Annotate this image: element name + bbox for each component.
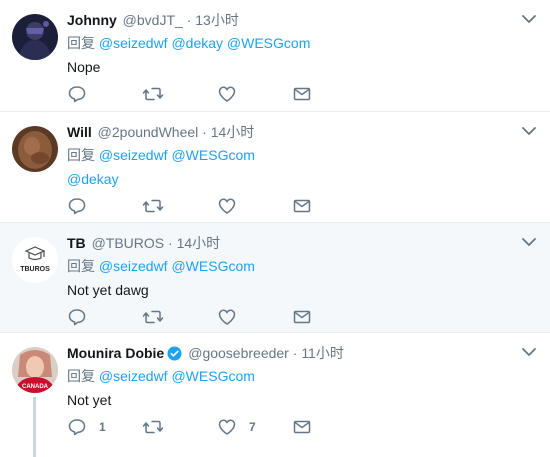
avatar-logo-text: TBUROS	[20, 266, 50, 273]
separator: ·	[168, 235, 173, 251]
avatar[interactable]	[12, 14, 58, 60]
tweet-text: Not yet	[67, 392, 112, 408]
tweet-text: Not yet dawg	[67, 282, 149, 298]
reply-icon	[68, 86, 86, 103]
display-name[interactable]: Johnny	[67, 12, 117, 28]
reply-icon	[68, 309, 86, 326]
reply-mentions[interactable]: @seizedwf @WESGcom	[99, 147, 255, 163]
reply-mentions[interactable]: @seizedwf @WESGcom	[99, 368, 255, 384]
reply-context: 回复 @seizedwf @WESGcom	[67, 366, 255, 386]
username[interactable]: @TBUROS	[92, 235, 165, 251]
retweet-button[interactable]	[142, 307, 164, 327]
like-button[interactable]	[217, 84, 249, 104]
like-button[interactable]	[217, 196, 249, 216]
like-count: 7	[249, 420, 256, 434]
timestamp[interactable]: 14小时	[211, 124, 255, 140]
retweet-icon	[142, 87, 164, 101]
reply-context: 回复 @seizedwf @WESGcom	[67, 145, 255, 165]
direct-message-button[interactable]	[292, 417, 312, 437]
chevron-down-icon[interactable]	[522, 126, 536, 136]
tweet-header: Mounira Dobie @goosebreeder · 11小时	[67, 343, 344, 363]
reply-icon	[68, 198, 86, 215]
reply-context: 回复 @seizedwf @dekay @WESGcom	[67, 33, 310, 53]
separator: ·	[202, 124, 207, 140]
reply-context: 回复 @seizedwf @WESGcom	[67, 256, 255, 276]
reply-prefix: 回复	[67, 368, 95, 384]
retweet-button[interactable]	[142, 196, 164, 216]
username[interactable]: @bvdJT_	[123, 12, 183, 28]
chevron-down-icon[interactable]	[522, 237, 536, 247]
tweet-actions	[67, 307, 527, 331]
direct-message-button[interactable]	[292, 196, 312, 216]
reply-count: 1	[99, 420, 106, 434]
reply-button[interactable]: 1	[67, 417, 106, 437]
direct-message-button[interactable]	[292, 307, 312, 327]
tweet-actions: 1 7	[67, 417, 527, 441]
reply-button[interactable]	[67, 196, 99, 216]
timestamp[interactable]: 13小时	[195, 12, 239, 28]
username[interactable]: @goosebreeder	[188, 345, 289, 361]
display-name[interactable]: Will	[67, 124, 92, 140]
like-button[interactable]	[217, 307, 249, 327]
timestamp[interactable]: 11小时	[301, 345, 344, 361]
reply-prefix: 回复	[67, 258, 95, 274]
avatar-shirt-text: CANADA	[22, 384, 49, 390]
tweet-header: Will @2poundWheel · 14小时	[67, 122, 254, 142]
tweet-actions	[67, 84, 527, 108]
tweet-header: TB @TBUROS · 14小时	[67, 233, 220, 253]
reply-mentions[interactable]: @seizedwf @WESGcom	[99, 258, 255, 274]
retweet-button[interactable]	[142, 84, 164, 104]
like-icon	[218, 309, 236, 325]
thread-connector	[33, 397, 36, 457]
direct-message-icon	[293, 420, 311, 434]
chevron-down-icon[interactable]	[522, 14, 536, 24]
direct-message-button[interactable]	[292, 84, 312, 104]
separator: ·	[292, 345, 298, 361]
avatar[interactable]: TBUROS	[12, 237, 58, 283]
verified-badge-icon	[167, 346, 182, 361]
timestamp[interactable]: 14小时	[177, 235, 221, 251]
chevron-down-icon[interactable]	[522, 347, 536, 357]
tweet[interactable]: TBUROS TB @TBUROS · 14小时 回复 @seizedwf @W…	[0, 223, 550, 333]
tweet-actions	[67, 196, 527, 220]
reply-prefix: 回复	[67, 147, 95, 163]
tweet[interactable]: Will @2poundWheel · 14小时 回复 @seizedwf @W…	[0, 112, 550, 223]
like-icon	[218, 86, 236, 102]
separator: ·	[186, 12, 192, 28]
retweet-button[interactable]	[142, 417, 164, 437]
direct-message-icon	[293, 310, 311, 324]
display-name[interactable]: TB	[67, 235, 86, 251]
reply-prefix: 回复	[67, 35, 95, 51]
avatar[interactable]	[12, 126, 58, 172]
reply-icon	[68, 419, 86, 436]
retweet-icon	[142, 199, 164, 213]
reply-button[interactable]	[67, 84, 99, 104]
display-name[interactable]: Mounira Dobie	[67, 345, 164, 361]
reply-button[interactable]	[67, 307, 99, 327]
avatar[interactable]: CANADA	[12, 347, 58, 393]
username[interactable]: @2poundWheel	[98, 124, 199, 140]
tweet[interactable]: Johnny @bvdJT_ · 13小时 回复 @seizedwf @deka…	[0, 0, 550, 112]
direct-message-icon	[293, 87, 311, 101]
like-icon	[218, 419, 236, 435]
direct-message-icon	[293, 199, 311, 213]
like-icon	[218, 198, 236, 214]
retweet-icon	[142, 310, 164, 324]
tweet-header: Johnny @bvdJT_ · 13小时	[67, 10, 239, 30]
tweet-text[interactable]: @dekay	[67, 169, 119, 189]
tweet[interactable]: CANADA Mounira Dobie @goosebreeder · 11小时…	[0, 333, 550, 457]
like-button[interactable]: 7	[217, 417, 256, 437]
tweet-text: Nope	[67, 59, 101, 75]
reply-mentions[interactable]: @seizedwf @dekay @WESGcom	[99, 35, 310, 51]
retweet-icon	[142, 420, 164, 434]
